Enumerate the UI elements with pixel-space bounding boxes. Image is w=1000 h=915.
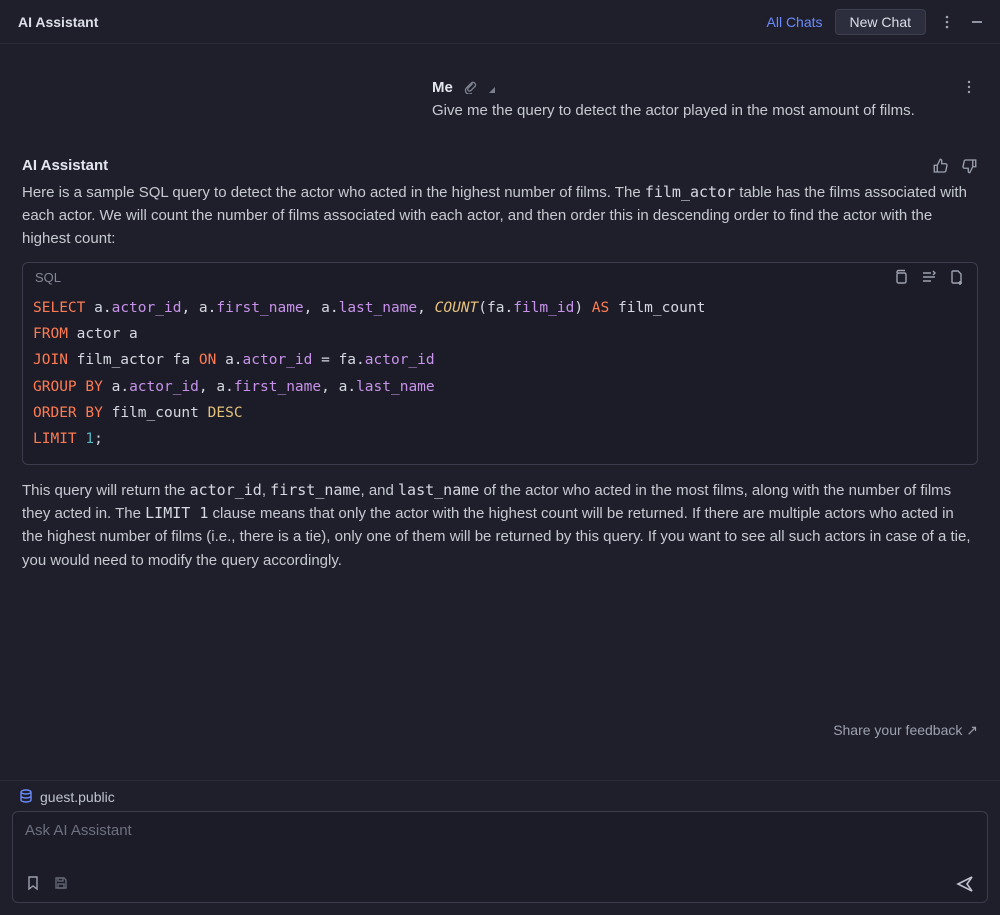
- chat-input-container: [12, 811, 988, 903]
- all-chats-link[interactable]: All Chats: [767, 14, 823, 30]
- bookmark-icon[interactable]: [25, 875, 43, 893]
- insert-code-icon[interactable]: [921, 269, 937, 285]
- assistant-outro-text: This query will return the actor_id, fir…: [22, 479, 978, 572]
- thumbs-down-icon[interactable]: [960, 157, 978, 175]
- assistant-name-label: AI Assistant: [22, 157, 108, 174]
- user-message: Me Give me the query to detect the actor…: [432, 78, 978, 123]
- sql-code[interactable]: SELECT a.actor_id, a.first_name, a.last_…: [23, 291, 977, 464]
- minimize-icon[interactable]: [968, 13, 986, 31]
- footer: guest.public: [0, 780, 1000, 915]
- context-bar[interactable]: guest.public: [0, 781, 1000, 811]
- code-block: SQL SELECT a.actor_id, a.first_name, a.l…: [22, 262, 978, 465]
- new-chat-button[interactable]: New Chat: [835, 9, 926, 35]
- thumbs-up-icon[interactable]: [932, 157, 950, 175]
- code-lang-label: SQL: [35, 270, 61, 285]
- new-file-icon[interactable]: [949, 269, 965, 285]
- more-icon[interactable]: [938, 13, 956, 31]
- caret-icon: [487, 80, 501, 94]
- user-name-label: Me: [432, 79, 453, 96]
- context-label: guest.public: [40, 789, 115, 805]
- database-icon: [18, 789, 34, 805]
- attachment-icon[interactable]: [463, 80, 477, 94]
- feedback-link[interactable]: Share your feedback ↗: [0, 722, 978, 739]
- header-bar: AI Assistant All Chats New Chat: [0, 0, 1000, 44]
- inline-code: film_actor: [645, 183, 735, 201]
- send-icon[interactable]: [955, 874, 975, 894]
- assistant-intro-text: Here is a sample SQL query to detect the…: [22, 181, 978, 251]
- header-title: AI Assistant: [18, 14, 755, 30]
- message-more-icon[interactable]: [960, 78, 978, 96]
- chat-input[interactable]: [25, 822, 975, 868]
- assistant-message: AI Assistant Here is a sample SQL query …: [22, 157, 978, 572]
- user-message-text: Give me the query to detect the actor pl…: [432, 100, 978, 123]
- save-disk-icon[interactable]: [53, 875, 71, 893]
- copy-code-icon[interactable]: [893, 269, 909, 285]
- chat-scroll-area[interactable]: Me Give me the query to detect the actor…: [0, 44, 1000, 780]
